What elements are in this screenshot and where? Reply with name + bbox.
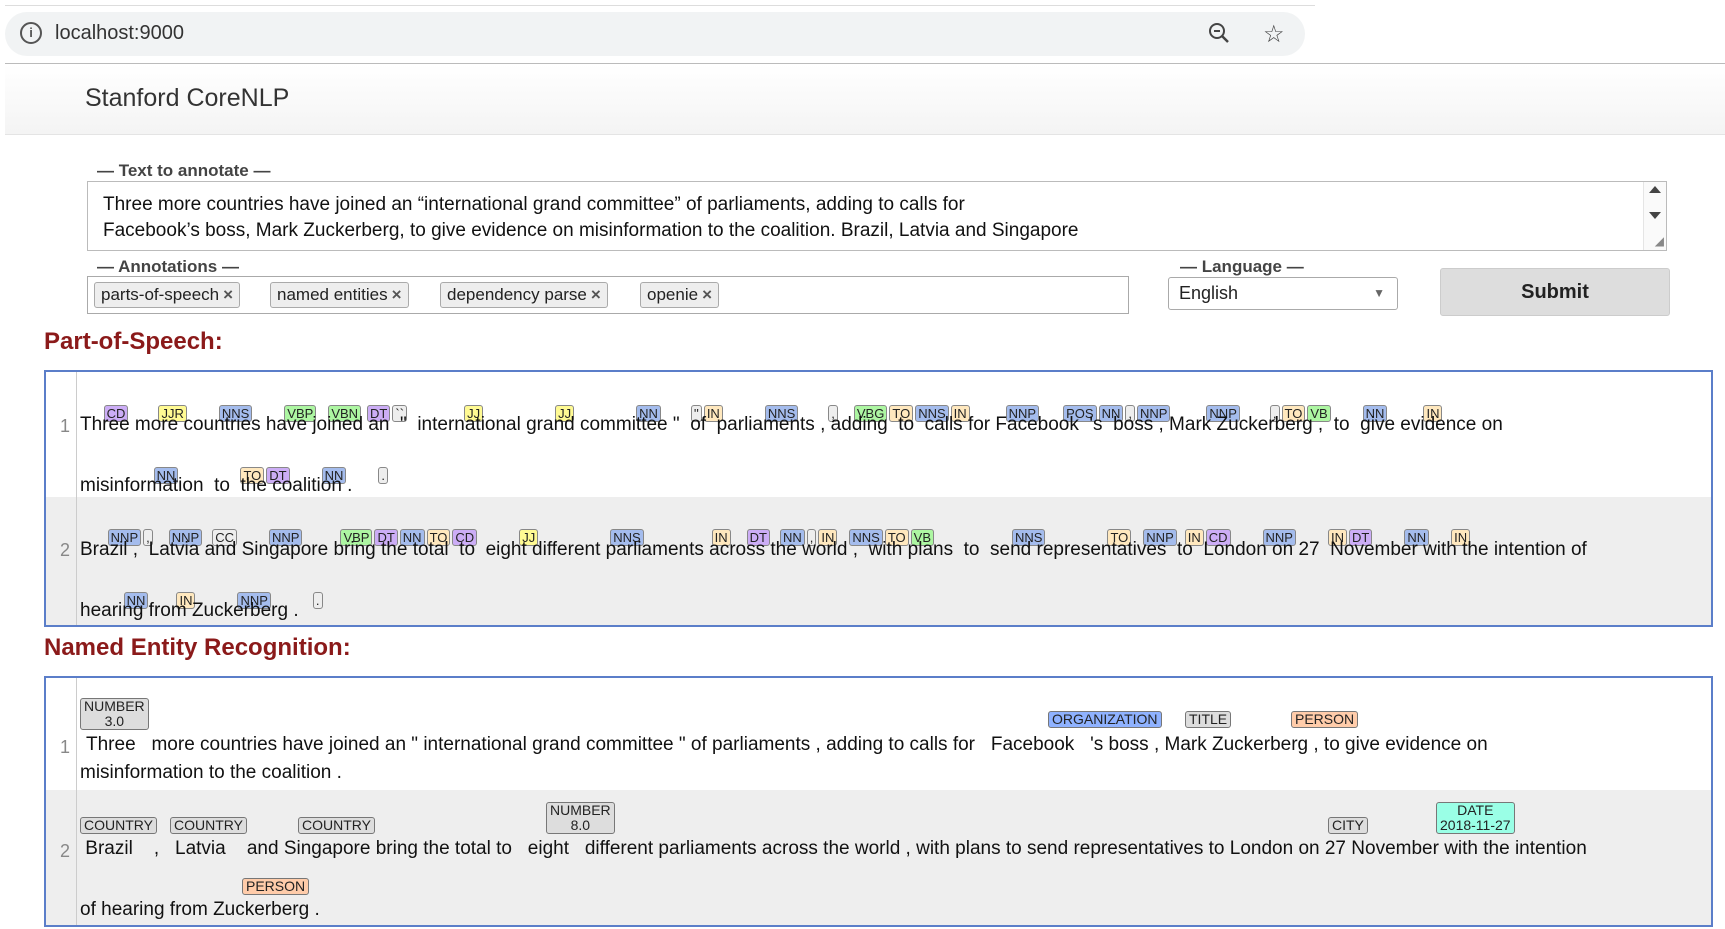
sentence-number: 2 <box>60 540 71 560</box>
line-number-gutter <box>46 678 77 790</box>
language-value: English <box>1179 283 1239 303</box>
ner-section-title: Named Entity Recognition: <box>44 634 351 661</box>
ner-sentence-1: 1 NUMBER 3.0 ORGANIZATION TITLE PERSON Th… <box>46 678 1711 790</box>
resize-handle-icon[interactable]: ◢ <box>1655 234 1664 248</box>
url-text[interactable]: localhost:9000 <box>55 22 184 45</box>
textarea-line: Three more countries have joined an “int… <box>103 194 965 215</box>
ner-sentence-text: of hearing from Zuckerberg . <box>80 899 320 920</box>
annotation-chip-ner[interactable]: named entities × <box>270 282 409 308</box>
ner-visualization: 1 NUMBER 3.0 ORGANIZATION TITLE PERSON Th… <box>44 676 1713 927</box>
entity-value: 8.0 <box>570 817 591 833</box>
pos-sentence-text: misinformation to the coalition . <box>80 475 353 496</box>
scroll-up-icon[interactable] <box>1649 186 1661 193</box>
entity-value: 2018-11-27 <box>1440 817 1511 833</box>
entity-label: NUMBER <box>84 698 145 714</box>
pos-sentence-text: hearing from Zuckerberg . <box>80 600 299 621</box>
pos-sentence-text: Brazil , Latvia and Singapore bring the … <box>80 539 1587 560</box>
pos-sentence-1: 1 CD JJR NNS VBP VBN DT `` JJ JJ NN '' IN NNS, VBG TO N… <box>46 372 1711 497</box>
pos-tag: . <box>312 592 323 609</box>
annotation-chip-openie[interactable]: openie × <box>640 282 719 308</box>
ner-sentence-text: Brazil , Latvia and Singapore bring the … <box>80 838 1587 859</box>
textarea-scrollbar[interactable]: ◢ <box>1643 182 1666 250</box>
remove-icon[interactable]: × <box>702 285 712 304</box>
pos-sentence-text: Three more countries have joined an " in… <box>80 414 1503 435</box>
remove-icon[interactable]: × <box>591 285 601 304</box>
annotation-chip-pos[interactable]: parts-of-speech × <box>94 282 241 308</box>
entity-date: DATE 2018-11-27 <box>1436 802 1515 834</box>
entity-city: CITY <box>1328 817 1368 834</box>
text-to-annotate-textarea[interactable]: Three more countries have joined an “int… <box>87 181 1667 251</box>
entity-title: TITLE <box>1185 711 1232 728</box>
language-select[interactable]: English ▼ <box>1168 277 1398 310</box>
entity-number: NUMBER 3.0 <box>80 698 149 730</box>
browser-top-border <box>5 5 1315 6</box>
ner-sentence-text: misinformation to the coalition . <box>80 762 342 783</box>
entity-person: PERSON <box>1291 711 1359 728</box>
entity-value: 3.0 <box>104 713 125 729</box>
remove-icon[interactable]: × <box>223 285 233 304</box>
chip-label: parts-of-speech <box>101 285 220 304</box>
app-title: Stanford CoreNLP <box>85 84 290 112</box>
pos-tag: . <box>378 467 389 484</box>
annotation-chip-depparse[interactable]: dependency parse × <box>440 282 608 308</box>
submit-button[interactable]: Submit <box>1440 268 1670 316</box>
chevron-down-icon: ▼ <box>1373 286 1385 300</box>
bookmark-star-icon[interactable]: ☆ <box>1263 20 1285 49</box>
zoom-icon[interactable] <box>1208 22 1230 44</box>
remove-icon[interactable]: × <box>392 285 402 304</box>
entity-country: COUNTRY <box>170 817 247 834</box>
entity-label: DATE <box>1457 802 1494 818</box>
line-number-gutter <box>46 497 77 625</box>
info-icon[interactable]: i <box>20 22 42 44</box>
ner-sentence-2: 2 COUNTRY COUNTRY COUNTRY NUMBER 8.0 CITY… <box>46 790 1711 925</box>
pos-sentence-2: 2 NNP, NNP CC NNP VBP DT NN TO CD JJ NNS IN DT NN, IN N… <box>46 497 1711 625</box>
scroll-down-icon[interactable] <box>1649 212 1661 219</box>
language-legend: — Language — <box>1180 257 1304 276</box>
text-legend: — Text to annotate — <box>97 161 271 180</box>
ner-sentence-text: Three more countries have joined an " in… <box>86 734 1488 755</box>
entity-person: PERSON <box>242 878 310 895</box>
entity-organization: ORGANIZATION <box>1048 711 1162 728</box>
entity-number: NUMBER 8.0 <box>546 802 615 834</box>
annotations-multiselect[interactable]: parts-of-speech × named entities × depende… <box>87 276 1129 314</box>
chip-label: named entities <box>277 285 388 304</box>
pos-section-title: Part-of-Speech: <box>44 328 223 355</box>
textarea-line: Facebook’s boss, Mark Zuckerberg, to giv… <box>103 220 1079 241</box>
entity-label: NUMBER <box>550 802 611 818</box>
entity-country: COUNTRY <box>298 817 375 834</box>
address-bar[interactable] <box>5 12 1305 56</box>
entity-country: COUNTRY <box>80 817 157 834</box>
sentence-number: 1 <box>60 416 71 436</box>
chip-label: dependency parse <box>447 285 587 304</box>
pos-visualization: 1 CD JJR NNS VBP VBN DT `` JJ JJ NN '' IN NNS, VBG TO N… <box>44 370 1713 627</box>
sentence-number: 2 <box>60 841 71 861</box>
sentence-number: 1 <box>60 737 71 757</box>
chip-label: openie <box>647 285 699 304</box>
annotations-legend: — Annotations — <box>97 257 239 276</box>
